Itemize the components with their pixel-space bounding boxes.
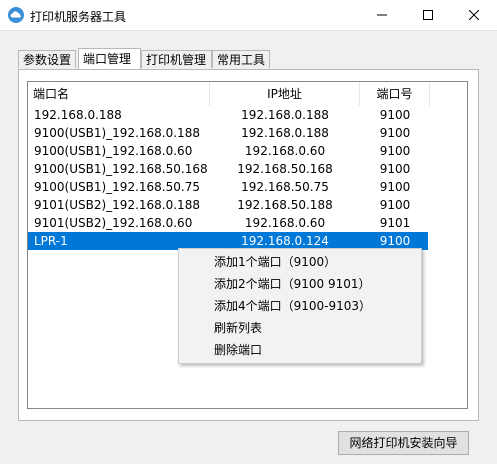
ip-cell: 192.168.50.75	[241, 180, 329, 194]
port-cell: 9100	[379, 108, 411, 122]
window-title: 打印机服务器工具	[30, 10, 127, 24]
port-cell: 9100	[379, 126, 411, 140]
menu-item-add-1-port[interactable]: 添加1个端口（9100）	[214, 252, 336, 272]
menu-item-add-4-ports[interactable]: 添加4个端口（9100-9103）	[214, 296, 371, 316]
table-row[interactable]: 9101(USB2)_192.168.0.188 192.168.50.188 …	[28, 196, 428, 214]
ip-cell: 192.168.0.188	[241, 126, 329, 140]
ip-cell: 192.168.0.60	[244, 216, 326, 230]
tab-common-tools[interactable]: 常用工具	[212, 50, 270, 68]
port-name-cell: 9100(USB1)_192.168.0.60	[34, 144, 193, 158]
maximize-button[interactable]	[405, 0, 451, 30]
table-row[interactable]: 9101(USB2)_192.168.0.60 192.168.0.60 910…	[28, 214, 428, 232]
ip-cell: 192.168.50.188	[237, 198, 333, 212]
port-name-cell: 9100(USB1)_192.168.0.188	[34, 126, 200, 140]
table-row[interactable]: 192.168.0.188 192.168.0.188 9100	[28, 106, 428, 124]
column-header-ip-address[interactable]: IP地址	[210, 82, 360, 106]
port-name-cell: 9101(USB2)_192.168.0.60	[34, 216, 193, 230]
port-name-cell: 9100(USB1)_192.168.50.75	[34, 180, 200, 194]
minimize-icon	[377, 14, 387, 16]
port-name-cell: 192.168.0.188	[34, 108, 122, 122]
table-row[interactable]: 9100(USB1)_192.168.50.75 192.168.50.75 9…	[28, 178, 428, 196]
column-header-port-number[interactable]: 端口号	[360, 82, 430, 106]
list-header: 端口名 IP地址 端口号	[28, 82, 467, 106]
close-icon	[469, 10, 479, 20]
ip-cell: 192.168.0.60	[244, 144, 326, 158]
close-button[interactable]	[451, 0, 497, 30]
minimize-button[interactable]	[359, 0, 405, 30]
network-printer-wizard-button[interactable]: 网络打印机安装向导	[338, 431, 469, 455]
table-row[interactable]: 9100(USB1)_192.168.0.60 192.168.0.60 910…	[28, 142, 428, 160]
port-cell: 9101	[379, 216, 411, 230]
maximize-icon	[423, 10, 433, 20]
port-cell: 9100	[379, 198, 411, 212]
port-cell: 9100	[379, 162, 411, 176]
column-header-port-name[interactable]: 端口名	[28, 82, 210, 106]
table-row[interactable]: 9100(USB1)_192.168.0.188 192.168.0.188 9…	[28, 124, 428, 142]
menu-item-add-2-ports[interactable]: 添加2个端口（9100 9101）	[214, 274, 371, 294]
port-cell: 9100	[379, 144, 411, 158]
tab-port-management[interactable]: 端口管理	[78, 48, 141, 69]
port-name-cell: 9100(USB1)_192.168.50.168	[34, 162, 208, 176]
tab-parameter-settings[interactable]: 参数设置	[18, 50, 76, 68]
ip-cell: 192.168.50.168	[237, 162, 333, 176]
menu-item-delete-port[interactable]: 删除端口	[214, 340, 262, 360]
port-name-cell: LPR-1	[34, 234, 68, 248]
port-cell: 9100	[379, 180, 411, 194]
port-name-cell: 9101(USB2)_192.168.0.188	[34, 198, 200, 212]
menu-item-refresh-list[interactable]: 刷新列表	[214, 318, 262, 338]
ip-cell: 192.168.0.188	[241, 108, 329, 122]
cloud-icon	[8, 7, 24, 23]
table-row[interactable]: 9100(USB1)_192.168.50.168 192.168.50.168…	[28, 160, 428, 178]
tab-printer-management[interactable]: 打印机管理	[141, 50, 212, 68]
title-bar: 打印机服务器工具	[0, 0, 497, 31]
context-menu: 添加1个端口（9100） 添加2个端口（9100 9101） 添加4个端口（91…	[178, 248, 422, 364]
